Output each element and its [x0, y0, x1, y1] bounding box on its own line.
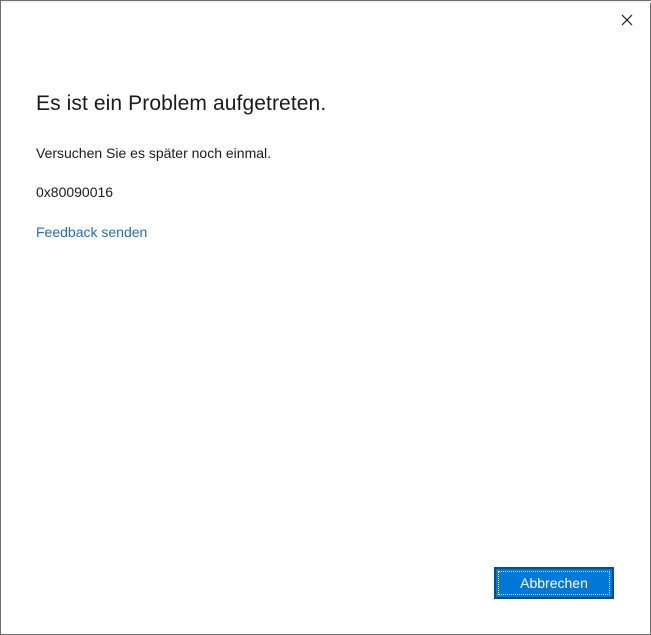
error-message: Versuchen Sie es später noch einmal. — [36, 145, 272, 161]
dialog-title: Es ist ein Problem aufgetreten. — [36, 92, 327, 115]
dialog-top-edge — [1, 1, 651, 3]
cancel-button-label: Abbrechen — [520, 575, 588, 591]
close-icon — [621, 14, 633, 26]
close-button[interactable] — [614, 7, 640, 33]
error-dialog: Es ist ein Problem aufgetreten. Versuche… — [0, 0, 651, 635]
feedback-link[interactable]: Feedback senden — [36, 224, 147, 240]
error-code: 0x80090016 — [36, 184, 114, 200]
cancel-button[interactable]: Abbrechen — [494, 567, 614, 599]
